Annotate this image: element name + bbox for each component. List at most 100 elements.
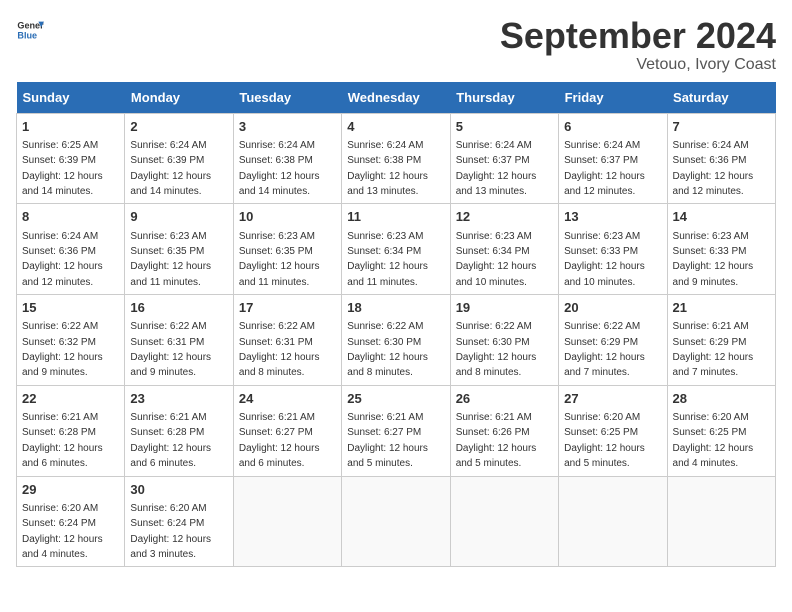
table-row: 19 Sunrise: 6:22 AMSunset: 6:30 PMDaylig…: [450, 295, 558, 386]
table-row: 5 Sunrise: 6:24 AMSunset: 6:37 PMDayligh…: [450, 113, 558, 204]
day-info: Sunrise: 6:23 AMSunset: 6:33 PMDaylight:…: [564, 231, 645, 288]
table-row: 28 Sunrise: 6:20 AMSunset: 6:25 PMDaylig…: [667, 385, 775, 476]
day-info: Sunrise: 6:22 AMSunset: 6:31 PMDaylight:…: [130, 321, 211, 378]
location-title: Vetouo, Ivory Coast: [500, 56, 776, 74]
title-block: September 2024 Vetouo, Ivory Coast: [500, 16, 776, 74]
day-info: Sunrise: 6:24 AMSunset: 6:37 PMDaylight:…: [564, 140, 645, 197]
day-number: 8: [22, 208, 119, 226]
table-row: 14 Sunrise: 6:23 AMSunset: 6:33 PMDaylig…: [667, 204, 775, 295]
day-number: 23: [130, 390, 227, 408]
day-number: 24: [239, 390, 336, 408]
day-number: 29: [22, 481, 119, 499]
day-number: 4: [347, 118, 444, 136]
logo: General Blue: [16, 16, 44, 44]
day-number: 11: [347, 208, 444, 226]
calendar-row: 15 Sunrise: 6:22 AMSunset: 6:32 PMDaylig…: [17, 295, 776, 386]
day-info: Sunrise: 6:21 AMSunset: 6:26 PMDaylight:…: [456, 412, 537, 469]
day-info: Sunrise: 6:23 AMSunset: 6:34 PMDaylight:…: [347, 231, 428, 288]
day-info: Sunrise: 6:24 AMSunset: 6:37 PMDaylight:…: [456, 140, 537, 197]
day-info: Sunrise: 6:20 AMSunset: 6:25 PMDaylight:…: [564, 412, 645, 469]
calendar-row: 8 Sunrise: 6:24 AMSunset: 6:36 PMDayligh…: [17, 204, 776, 295]
table-row: 20 Sunrise: 6:22 AMSunset: 6:29 PMDaylig…: [559, 295, 667, 386]
table-row: 7 Sunrise: 6:24 AMSunset: 6:36 PMDayligh…: [667, 113, 775, 204]
table-row: 15 Sunrise: 6:22 AMSunset: 6:32 PMDaylig…: [17, 295, 125, 386]
table-row: 11 Sunrise: 6:23 AMSunset: 6:34 PMDaylig…: [342, 204, 450, 295]
header-sunday: Sunday: [17, 82, 125, 114]
table-row: 21 Sunrise: 6:21 AMSunset: 6:29 PMDaylig…: [667, 295, 775, 386]
calendar-row: 1 Sunrise: 6:25 AMSunset: 6:39 PMDayligh…: [17, 113, 776, 204]
header-thursday: Thursday: [450, 82, 558, 114]
table-row: 30 Sunrise: 6:20 AMSunset: 6:24 PMDaylig…: [125, 476, 233, 567]
day-info: Sunrise: 6:24 AMSunset: 6:39 PMDaylight:…: [130, 140, 211, 197]
day-number: 21: [673, 299, 770, 317]
day-number: 17: [239, 299, 336, 317]
day-info: Sunrise: 6:21 AMSunset: 6:28 PMDaylight:…: [130, 412, 211, 469]
table-row: 17 Sunrise: 6:22 AMSunset: 6:31 PMDaylig…: [233, 295, 341, 386]
header-saturday: Saturday: [667, 82, 775, 114]
table-row: [233, 476, 341, 567]
weekday-header-row: Sunday Monday Tuesday Wednesday Thursday…: [17, 82, 776, 114]
table-row: [450, 476, 558, 567]
day-info: Sunrise: 6:25 AMSunset: 6:39 PMDaylight:…: [22, 140, 103, 197]
day-number: 1: [22, 118, 119, 136]
day-number: 12: [456, 208, 553, 226]
table-row: 29 Sunrise: 6:20 AMSunset: 6:24 PMDaylig…: [17, 476, 125, 567]
header-tuesday: Tuesday: [233, 82, 341, 114]
page-container: General Blue September 2024 Vetouo, Ivor…: [16, 16, 776, 567]
day-info: Sunrise: 6:24 AMSunset: 6:36 PMDaylight:…: [673, 140, 754, 197]
day-info: Sunrise: 6:21 AMSunset: 6:27 PMDaylight:…: [347, 412, 428, 469]
table-row: 9 Sunrise: 6:23 AMSunset: 6:35 PMDayligh…: [125, 204, 233, 295]
table-row: 23 Sunrise: 6:21 AMSunset: 6:28 PMDaylig…: [125, 385, 233, 476]
table-row: 13 Sunrise: 6:23 AMSunset: 6:33 PMDaylig…: [559, 204, 667, 295]
day-info: Sunrise: 6:22 AMSunset: 6:29 PMDaylight:…: [564, 321, 645, 378]
day-number: 5: [456, 118, 553, 136]
table-row: 18 Sunrise: 6:22 AMSunset: 6:30 PMDaylig…: [342, 295, 450, 386]
day-number: 28: [673, 390, 770, 408]
day-info: Sunrise: 6:20 AMSunset: 6:24 PMDaylight:…: [22, 503, 103, 560]
day-number: 19: [456, 299, 553, 317]
day-number: 25: [347, 390, 444, 408]
table-row: 27 Sunrise: 6:20 AMSunset: 6:25 PMDaylig…: [559, 385, 667, 476]
header-monday: Monday: [125, 82, 233, 114]
table-row: 8 Sunrise: 6:24 AMSunset: 6:36 PMDayligh…: [17, 204, 125, 295]
table-row: 25 Sunrise: 6:21 AMSunset: 6:27 PMDaylig…: [342, 385, 450, 476]
day-number: 7: [673, 118, 770, 136]
table-row: 16 Sunrise: 6:22 AMSunset: 6:31 PMDaylig…: [125, 295, 233, 386]
day-info: Sunrise: 6:23 AMSunset: 6:35 PMDaylight:…: [130, 231, 211, 288]
table-row: 4 Sunrise: 6:24 AMSunset: 6:38 PMDayligh…: [342, 113, 450, 204]
table-row: 6 Sunrise: 6:24 AMSunset: 6:37 PMDayligh…: [559, 113, 667, 204]
day-info: Sunrise: 6:24 AMSunset: 6:38 PMDaylight:…: [347, 140, 428, 197]
day-number: 2: [130, 118, 227, 136]
day-info: Sunrise: 6:21 AMSunset: 6:29 PMDaylight:…: [673, 321, 754, 378]
day-info: Sunrise: 6:22 AMSunset: 6:30 PMDaylight:…: [347, 321, 428, 378]
day-number: 22: [22, 390, 119, 408]
day-info: Sunrise: 6:24 AMSunset: 6:38 PMDaylight:…: [239, 140, 320, 197]
table-row: 12 Sunrise: 6:23 AMSunset: 6:34 PMDaylig…: [450, 204, 558, 295]
day-number: 6: [564, 118, 661, 136]
day-info: Sunrise: 6:20 AMSunset: 6:24 PMDaylight:…: [130, 503, 211, 560]
day-number: 18: [347, 299, 444, 317]
day-number: 9: [130, 208, 227, 226]
day-number: 26: [456, 390, 553, 408]
calendar-row: 29 Sunrise: 6:20 AMSunset: 6:24 PMDaylig…: [17, 476, 776, 567]
header: General Blue September 2024 Vetouo, Ivor…: [16, 16, 776, 74]
svg-text:Blue: Blue: [17, 30, 37, 40]
table-row: 26 Sunrise: 6:21 AMSunset: 6:26 PMDaylig…: [450, 385, 558, 476]
day-info: Sunrise: 6:24 AMSunset: 6:36 PMDaylight:…: [22, 231, 103, 288]
table-row: [667, 476, 775, 567]
day-number: 15: [22, 299, 119, 317]
day-info: Sunrise: 6:21 AMSunset: 6:27 PMDaylight:…: [239, 412, 320, 469]
day-number: 14: [673, 208, 770, 226]
day-info: Sunrise: 6:22 AMSunset: 6:31 PMDaylight:…: [239, 321, 320, 378]
header-friday: Friday: [559, 82, 667, 114]
day-info: Sunrise: 6:23 AMSunset: 6:33 PMDaylight:…: [673, 231, 754, 288]
day-info: Sunrise: 6:20 AMSunset: 6:25 PMDaylight:…: [673, 412, 754, 469]
table-row: [559, 476, 667, 567]
table-row: 3 Sunrise: 6:24 AMSunset: 6:38 PMDayligh…: [233, 113, 341, 204]
calendar-table: Sunday Monday Tuesday Wednesday Thursday…: [16, 82, 776, 568]
day-info: Sunrise: 6:23 AMSunset: 6:35 PMDaylight:…: [239, 231, 320, 288]
day-info: Sunrise: 6:22 AMSunset: 6:32 PMDaylight:…: [22, 321, 103, 378]
day-number: 3: [239, 118, 336, 136]
table-row: 24 Sunrise: 6:21 AMSunset: 6:27 PMDaylig…: [233, 385, 341, 476]
day-number: 10: [239, 208, 336, 226]
